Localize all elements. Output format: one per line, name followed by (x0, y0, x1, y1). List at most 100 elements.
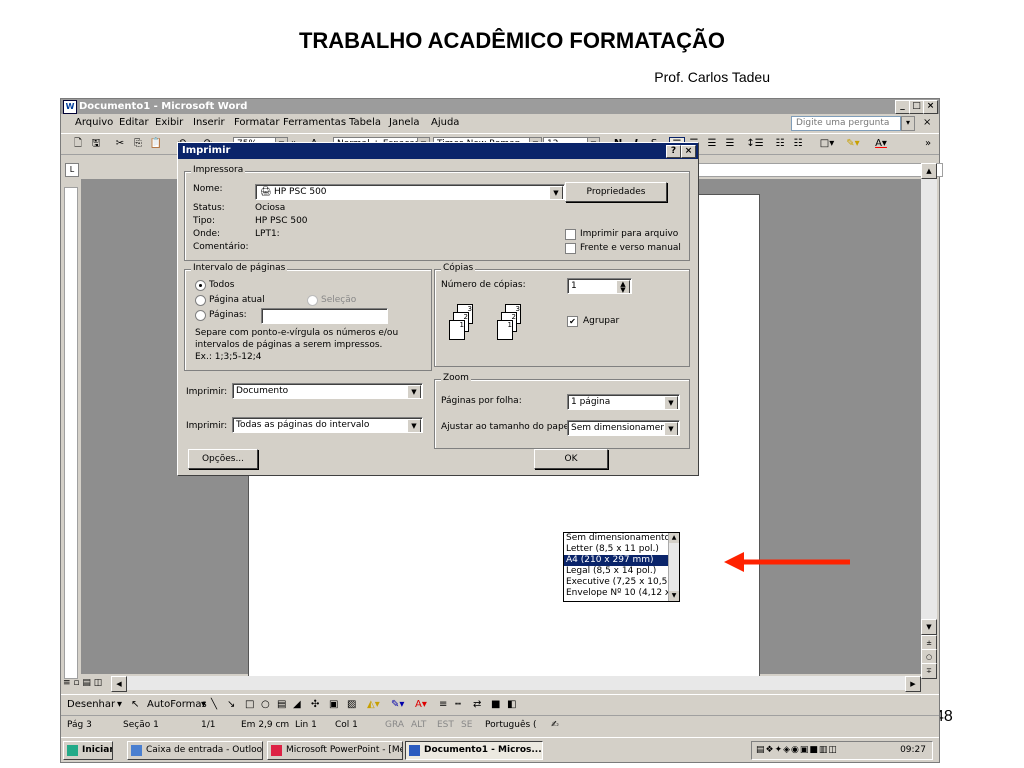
align-right-icon[interactable]: ☰ (705, 137, 719, 151)
range-current-radio[interactable] (195, 295, 206, 306)
dialog-close-button[interactable]: × (681, 145, 696, 158)
manual-duplex-checkbox[interactable] (565, 243, 576, 254)
status-ovr[interactable]: SE (461, 716, 472, 734)
ok-button[interactable]: OK (534, 449, 608, 469)
line-spacing-icon[interactable]: ↕☰ (745, 137, 765, 151)
numbering-icon[interactable]: ☷ (773, 137, 787, 151)
wordart-icon[interactable]: ◢ (293, 695, 301, 715)
menu-formatar[interactable]: Formatar (234, 115, 279, 131)
paste-icon[interactable]: 📋 (149, 137, 163, 151)
tray-icons[interactable]: ▤❖✦◈◉▣■▥◫ (756, 742, 838, 759)
save-icon[interactable]: 🖫 (89, 137, 103, 151)
spinner-arrows-icon[interactable]: ▲ ▼ (616, 280, 630, 293)
status-trk[interactable]: ALT (411, 716, 426, 734)
menu-janela[interactable]: Janela (389, 115, 419, 131)
menu-ajuda[interactable]: Ajuda (431, 115, 459, 131)
arrow-style-icon[interactable]: ⇄ (473, 695, 481, 715)
menu-tabela[interactable]: Tabela (349, 115, 381, 131)
menu-arquivo[interactable]: Arquivo (75, 115, 113, 131)
dropdown-option-selected[interactable]: A4 (210 x 297 mm) (564, 555, 669, 566)
scale-to-paper-select[interactable]: Sem dimensionamento ▼ (567, 420, 680, 436)
dropdown-option[interactable]: Sem dimensionamento (564, 533, 669, 544)
close-button[interactable]: × (923, 100, 938, 114)
print-what-select[interactable]: Documento ▼ (232, 383, 423, 399)
textbox-icon[interactable]: ▤ (277, 695, 286, 715)
clipart-icon[interactable]: ▣ (329, 695, 338, 715)
spelling-status-icon[interactable]: ✍ (551, 716, 559, 734)
fill-color-icon[interactable]: ◭▾ (367, 695, 380, 715)
toolbar-options-icon[interactable]: » (923, 137, 933, 151)
arrow-icon[interactable]: ↘ (227, 695, 235, 715)
print-pages-select[interactable]: Todas as páginas do intervalo ▼ (232, 417, 423, 433)
autoshapes-menu[interactable]: AutoFormas (147, 695, 207, 715)
copies-spinner[interactable]: 1 ▲ ▼ (567, 278, 632, 294)
next-page-icon[interactable]: ∓ (921, 663, 937, 679)
range-all-radio[interactable] (195, 280, 206, 291)
shadow-icon[interactable]: ■ (491, 695, 500, 715)
document-close-button[interactable]: × (923, 115, 931, 131)
ask-question-input[interactable]: Digite uma pergunta (791, 116, 901, 131)
status-rec[interactable]: GRA (385, 716, 404, 734)
task-word[interactable]: Documento1 - Micros... (405, 741, 543, 760)
dropdown-option[interactable]: Executive (7,25 x 10,5 p (564, 577, 669, 588)
picture-icon[interactable]: ▨ (347, 695, 356, 715)
dropdown-scrollbar[interactable]: ▲ ▼ (668, 533, 679, 601)
range-pages-radio[interactable] (195, 310, 206, 321)
font-color-icon[interactable]: A▾ (869, 137, 893, 151)
select-objects-icon[interactable]: ↖ (131, 695, 139, 715)
scroll-down-icon[interactable]: ▼ (921, 619, 937, 635)
pages-per-sheet-select[interactable]: 1 página ▼ (567, 394, 680, 410)
window-titlebar[interactable]: W Documento1 - Microsoft Word _ □ × (61, 99, 939, 114)
help-button[interactable]: ? (666, 145, 681, 158)
horizontal-scrollbar[interactable]: ◀ ▶ (111, 676, 921, 692)
menu-inserir[interactable]: Inserir (193, 115, 225, 131)
menu-editar[interactable]: Editar (119, 115, 149, 131)
range-selection-radio[interactable] (307, 295, 318, 306)
start-button[interactable]: Iniciar (63, 741, 113, 760)
dash-style-icon[interactable]: ┅ (455, 695, 461, 715)
properties-button[interactable]: Propriedades (565, 182, 667, 202)
dropdown-option[interactable]: Envelope Nº 10 (4,12 x (564, 588, 669, 599)
dialog-titlebar[interactable]: Imprimir ? × (178, 143, 698, 159)
font-color-draw-icon[interactable]: A▾ (415, 695, 427, 715)
draw-menu[interactable]: Desenhar (67, 695, 115, 715)
line-icon[interactable]: ╲ (211, 695, 217, 715)
new-document-icon[interactable]: 🗋 (71, 137, 85, 151)
print-to-file-checkbox[interactable] (565, 229, 576, 240)
oval-icon[interactable]: ○ (261, 695, 270, 715)
ask-question-dropdown[interactable]: ▾ (901, 116, 915, 131)
bullets-icon[interactable]: ☷ (791, 137, 805, 151)
minimize-button[interactable]: _ (895, 100, 910, 114)
scroll-right-icon[interactable]: ▶ (905, 676, 921, 692)
cut-icon[interactable]: ✂ (113, 137, 127, 151)
scroll-down-icon[interactable]: ▼ (669, 591, 679, 601)
tab-selector-icon[interactable]: L (65, 163, 79, 177)
scroll-up-icon[interactable]: ▲ (921, 163, 937, 179)
dropdown-option[interactable]: Legal (8,5 x 14 pol.) (564, 566, 669, 577)
task-outlook[interactable]: Caixa de entrada - Outlook... (127, 741, 263, 760)
scroll-left-icon[interactable]: ◀ (111, 676, 127, 692)
pages-input[interactable] (261, 308, 388, 324)
printer-name-select[interactable]: 🖨 HP PSC 500 ▼ (255, 184, 565, 200)
view-buttons[interactable]: ≡ ▫ ▤ ◫ (63, 676, 109, 690)
line-color-icon[interactable]: ✎▾ (391, 695, 404, 715)
scroll-up-icon[interactable]: ▲ (669, 533, 679, 543)
highlight-icon[interactable]: ✎▾ (841, 137, 865, 151)
options-button[interactable]: Opções... (188, 449, 258, 469)
task-powerpoint[interactable]: Microsoft PowerPoint - [Me... (267, 741, 403, 760)
3d-icon[interactable]: ◧ (507, 695, 516, 715)
collate-checkbox[interactable]: ✔ (567, 316, 578, 327)
line-style-icon[interactable]: ≡ (439, 695, 447, 715)
copy-icon[interactable]: ⎘ (131, 137, 145, 151)
justify-icon[interactable]: ☰ (723, 137, 737, 151)
maximize-button[interactable]: □ (909, 100, 924, 114)
border-icon[interactable]: □▾ (817, 137, 837, 151)
status-ext[interactable]: EST (437, 716, 454, 734)
rectangle-icon[interactable]: □ (245, 695, 254, 715)
menu-exibir[interactable]: Exibir (155, 115, 183, 131)
diagram-icon[interactable]: ✣ (311, 695, 319, 715)
menu-ferramentas[interactable]: Ferramentas (283, 115, 346, 131)
vertical-ruler[interactable] (64, 187, 78, 679)
vertical-scrollbar[interactable]: ▲ ▼ ± ○ ∓ (921, 163, 937, 679)
dropdown-option[interactable]: Letter (8,5 x 11 pol.) (564, 544, 669, 555)
